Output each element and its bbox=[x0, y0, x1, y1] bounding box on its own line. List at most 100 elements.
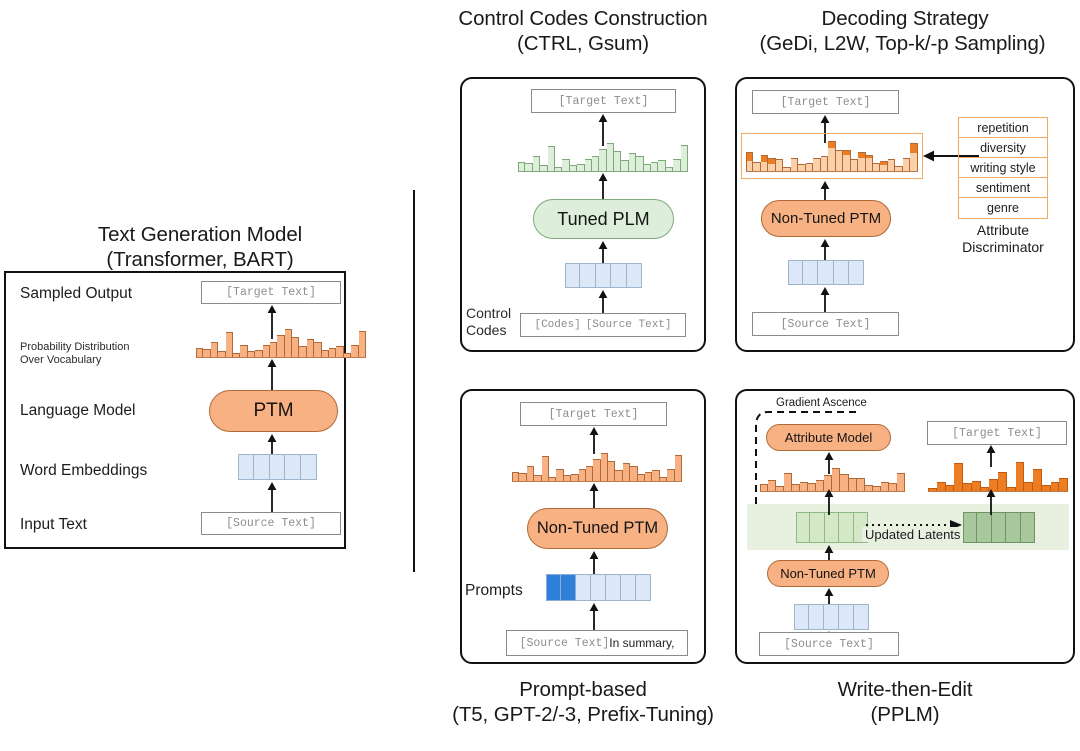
histogram-bar bbox=[210, 341, 219, 358]
dec-histogram-baseline bbox=[746, 171, 918, 173]
left-panel-title: Text Generation Model bbox=[97, 223, 303, 246]
histogram-bar-stacked bbox=[760, 154, 769, 172]
histogram-bar-base bbox=[790, 159, 798, 171]
pplm-ptm-pill: Non-Tuned PTM bbox=[767, 560, 889, 587]
prompt-histogram bbox=[512, 450, 682, 482]
prompt-subtitle: (T5, GPT-2/-3, Prefix-Tuning) bbox=[452, 703, 714, 726]
histogram-bar bbox=[622, 462, 631, 482]
histogram-bar bbox=[593, 459, 601, 482]
dec-ptm-pill: Non-Tuned PTM bbox=[761, 200, 891, 237]
histogram-bar-base bbox=[820, 156, 828, 171]
cc-input-codes: [Codes] bbox=[534, 319, 581, 331]
row-label-language-model: Language Model bbox=[20, 402, 136, 419]
histogram-bar-base bbox=[910, 152, 917, 171]
pr-source-suffix: In summary, bbox=[609, 636, 675, 650]
left-ptm-pill: PTM bbox=[209, 390, 338, 432]
cc-control-codes-label-2: Codes bbox=[466, 322, 507, 338]
histogram-bar-base bbox=[835, 150, 843, 171]
arrow-left-ptm-to-hist bbox=[267, 359, 277, 393]
histogram-bar-base bbox=[843, 155, 850, 171]
histogram-bar-boost bbox=[747, 152, 753, 162]
histogram-bar-stacked bbox=[790, 158, 799, 172]
attribute-discriminator-table: repetition diversity writing style senti… bbox=[958, 117, 1048, 219]
histogram-bar-stacked bbox=[835, 149, 844, 172]
histogram-bar bbox=[636, 155, 644, 172]
histogram-bar-base bbox=[858, 157, 865, 171]
arrow-pr-source-to-prompts bbox=[589, 603, 599, 631]
control-codes-subtitle: (CTRL, Gsum) bbox=[516, 32, 650, 55]
histogram-bar-stacked bbox=[828, 140, 836, 172]
histogram-bar bbox=[547, 146, 555, 172]
histogram-bar-base bbox=[887, 160, 895, 171]
attribute-item: writing style bbox=[959, 158, 1047, 178]
arrow-left-source-to-emb bbox=[267, 482, 277, 514]
histogram-bar bbox=[998, 472, 1007, 492]
histogram-bar-stacked bbox=[813, 158, 821, 172]
histogram-bar bbox=[306, 338, 315, 358]
histogram-bar bbox=[608, 460, 616, 482]
control-codes-title: Control Codes Construction bbox=[458, 7, 708, 30]
pplm-subtitle: (PPLM) bbox=[870, 703, 940, 726]
pplm-title: Write-then-Edit bbox=[837, 678, 973, 701]
histogram-bar-base bbox=[768, 164, 775, 171]
pr-prompts-label: Prompts bbox=[465, 582, 523, 599]
cc-input-source: [Source Text] bbox=[585, 319, 672, 331]
cc-input-box: [Codes] [Source Text] bbox=[520, 313, 686, 337]
decoding-histogram bbox=[746, 138, 918, 172]
cc-tuned-plm-pill: Tuned PLM bbox=[533, 199, 674, 239]
histogram-bar bbox=[628, 152, 637, 172]
histogram-bar bbox=[1059, 477, 1068, 492]
arrow-dec-source-to-emb bbox=[820, 287, 830, 313]
pr-source-text-box: [Source Text] In summary, bbox=[506, 630, 688, 656]
control-codes-histogram bbox=[518, 140, 688, 172]
histogram-bar-stacked bbox=[858, 151, 866, 172]
histogram-bar-base bbox=[760, 161, 768, 171]
pplm-latents-updated bbox=[963, 512, 1035, 543]
row-label-word-embeddings: Word Embeddings bbox=[20, 462, 148, 479]
pplm-right-baseline bbox=[928, 491, 1068, 493]
attribute-item: sentiment bbox=[959, 178, 1047, 198]
updated-latents-label: Updated Latents bbox=[862, 527, 964, 542]
histogram-bar bbox=[292, 336, 300, 358]
pr-ptm-pill: Non-Tuned PTM bbox=[527, 508, 668, 549]
histogram-bar bbox=[896, 472, 905, 492]
pplm-target-text-box: [Target Text] bbox=[927, 421, 1067, 445]
histogram-bar bbox=[314, 341, 322, 358]
histogram-bar-base bbox=[902, 159, 910, 171]
histogram-bar-base bbox=[850, 160, 858, 171]
arrow-pplm-updatedlatent-to-righthist bbox=[986, 489, 996, 515]
histogram-bar bbox=[680, 144, 688, 172]
pr-prompt-embeddings bbox=[546, 574, 651, 601]
histogram-bar-stacked bbox=[865, 154, 873, 172]
histogram-bar bbox=[954, 463, 963, 492]
histogram-bar bbox=[591, 156, 600, 172]
histogram-bar bbox=[1015, 461, 1025, 492]
row-label-input-text: Input Text bbox=[20, 516, 87, 533]
histogram-bar bbox=[541, 456, 549, 482]
left-target-text-box: [Target Text] bbox=[201, 281, 341, 304]
histogram-bar bbox=[599, 149, 607, 172]
histogram-bar bbox=[277, 335, 285, 358]
histogram-bar-stacked bbox=[820, 155, 829, 172]
histogram-bar-stacked bbox=[843, 149, 851, 172]
histogram-bar-boost bbox=[910, 143, 917, 153]
histogram-bar bbox=[848, 478, 857, 492]
histogram-bar-base bbox=[753, 163, 760, 171]
dec-embeddings bbox=[788, 260, 864, 285]
row-label-prob-dist-2: Over Vocabulary bbox=[20, 354, 102, 366]
histogram-bar bbox=[856, 478, 865, 492]
pr-source-text: [Source Text] bbox=[519, 636, 610, 650]
histogram-bar bbox=[526, 465, 535, 482]
left-panel-subtitle: (Transformer, BART) bbox=[106, 248, 294, 271]
cc-control-codes-label-1: Control bbox=[466, 305, 512, 321]
arrow-pr-ptm-to-hist bbox=[589, 483, 599, 510]
histogram-bar-base bbox=[813, 159, 820, 171]
pplm-latents-initial bbox=[796, 512, 868, 543]
row-label-prob-dist-1: Probability Distribution bbox=[20, 341, 130, 353]
decoding-subtitle: (GeDi, L2W, Top-k/-p Sampling) bbox=[759, 32, 1046, 55]
attribute-item: diversity bbox=[959, 138, 1047, 158]
histogram-bar-base bbox=[747, 161, 753, 171]
histogram-bar bbox=[532, 155, 541, 172]
histogram-bar bbox=[614, 150, 622, 172]
prompt-title: Prompt-based bbox=[519, 678, 647, 701]
